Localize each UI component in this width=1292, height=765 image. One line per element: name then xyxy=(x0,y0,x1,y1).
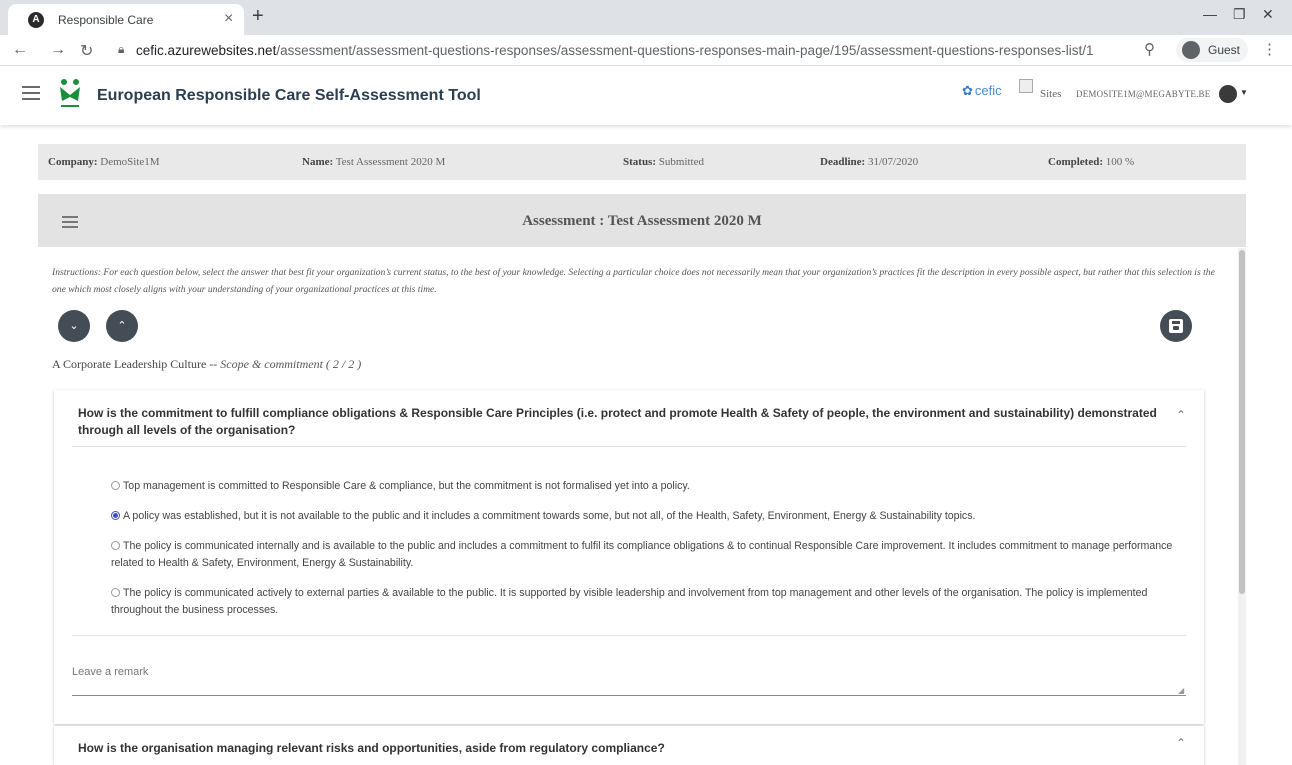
answer-option[interactable]: The policy is communicated internally an… xyxy=(111,538,1189,572)
angular-favicon-icon: A xyxy=(28,12,44,28)
scrollbar-thumb[interactable] xyxy=(1239,250,1245,594)
user-email[interactable]: DEMOSITE1M@MEGABYTE.BE xyxy=(1076,89,1210,99)
radio-button[interactable] xyxy=(111,481,120,490)
answer-option[interactable]: Top management is committed to Responsib… xyxy=(111,478,1189,495)
cefic-logo[interactable]: ✿ cefic xyxy=(962,83,1002,99)
profile-label: Guest xyxy=(1208,43,1241,57)
guest-avatar-icon xyxy=(1182,41,1200,59)
tab-close-icon[interactable]: × xyxy=(224,10,233,28)
back-icon[interactable]: ← xyxy=(12,41,28,59)
reload-icon[interactable]: ↻ xyxy=(80,41,93,61)
url-text: cefic.azurewebsites.net/assessment/asses… xyxy=(136,43,1094,58)
responsible-care-logo-icon xyxy=(60,79,80,107)
remark-field[interactable]: Leave a remark xyxy=(72,662,1186,696)
question-card: How is the commitment to fulfill complia… xyxy=(54,390,1204,724)
minimize-icon[interactable]: — xyxy=(1203,6,1217,22)
app-header: European Responsible Care Self-Assessmen… xyxy=(0,67,1292,125)
browser-tab[interactable]: A Responsible Care × xyxy=(8,4,244,35)
deadline-info: Deadline: 31/07/2020 xyxy=(820,156,919,168)
save-button[interactable] xyxy=(1160,310,1192,342)
radio-button[interactable] xyxy=(111,541,120,550)
caret-down-icon[interactable]: ▼ xyxy=(1240,88,1248,97)
lock-icon: 🔒︎ xyxy=(118,42,125,56)
chevron-up-icon[interactable]: ⌃ xyxy=(1176,736,1186,750)
cefic-flower-icon: ✿ xyxy=(962,83,973,98)
resize-handle-icon[interactable]: ◢ xyxy=(1178,686,1184,695)
company-info: Company: DemoSite1M xyxy=(48,156,160,168)
question-title[interactable]: How is the organisation managing relevan… xyxy=(78,741,665,755)
zoom-icon[interactable]: ⚲ xyxy=(1144,40,1155,58)
divider xyxy=(72,446,1186,447)
forward-icon[interactable]: → xyxy=(50,41,66,59)
status-info: Status: Submitted xyxy=(623,156,704,168)
url-field[interactable]: 🔒︎ cefic.azurewebsites.net/assessment/as… xyxy=(110,38,1166,63)
completed-info: Completed: 100 % xyxy=(1048,156,1135,168)
expand-all-button[interactable]: ⌄ xyxy=(58,310,90,342)
browser-menu-icon[interactable]: ⋮ xyxy=(1262,40,1277,58)
chevron-up-icon[interactable]: ⌃ xyxy=(1176,408,1186,422)
user-account-icon[interactable] xyxy=(1219,85,1237,103)
section-heading: A Corporate Leadership Culture -- Scope … xyxy=(52,357,362,371)
browser-tab-bar: A Responsible Care × + — ❐ ✕ xyxy=(0,0,1292,35)
instructions-text: Instructions: For each question below, s… xyxy=(52,267,1215,295)
collapse-all-button[interactable]: ⌃ xyxy=(106,310,138,342)
answer-option[interactable]: A policy was established, but it is not … xyxy=(111,508,1189,525)
app-title: European Responsible Care Self-Assessmen… xyxy=(97,87,481,104)
question-title[interactable]: How is the commitment to fulfill complia… xyxy=(78,405,1158,439)
profile-button[interactable]: Guest xyxy=(1176,38,1248,62)
sites-link[interactable]: Sites xyxy=(1040,88,1061,100)
browser-address-bar: ← → ↻ 🔒︎ cefic.azurewebsites.net/assessm… xyxy=(0,35,1292,66)
answer-option[interactable]: The policy is communicated actively to e… xyxy=(111,585,1189,619)
assessment-info-bar: Company: DemoSite1M Name: Test Assessmen… xyxy=(38,144,1246,180)
close-window-icon[interactable]: ✕ xyxy=(1262,6,1274,23)
name-info: Name: Test Assessment 2020 M xyxy=(302,156,446,168)
restore-icon[interactable]: ❐ xyxy=(1233,6,1246,23)
question-card: How is the organisation managing relevan… xyxy=(54,726,1204,765)
divider xyxy=(72,635,1186,636)
radio-button-selected[interactable] xyxy=(111,511,120,520)
main-menu-icon[interactable] xyxy=(22,86,40,100)
new-tab-button[interactable]: + xyxy=(252,5,264,28)
broken-image-icon xyxy=(1019,79,1033,93)
tab-title: Responsible Care xyxy=(58,13,154,27)
radio-button[interactable] xyxy=(111,588,120,597)
assessment-header: Assessment : Test Assessment 2020 M xyxy=(38,194,1246,247)
floppy-disk-icon xyxy=(1169,319,1183,333)
assessment-title: Assessment : Test Assessment 2020 M xyxy=(522,213,762,229)
